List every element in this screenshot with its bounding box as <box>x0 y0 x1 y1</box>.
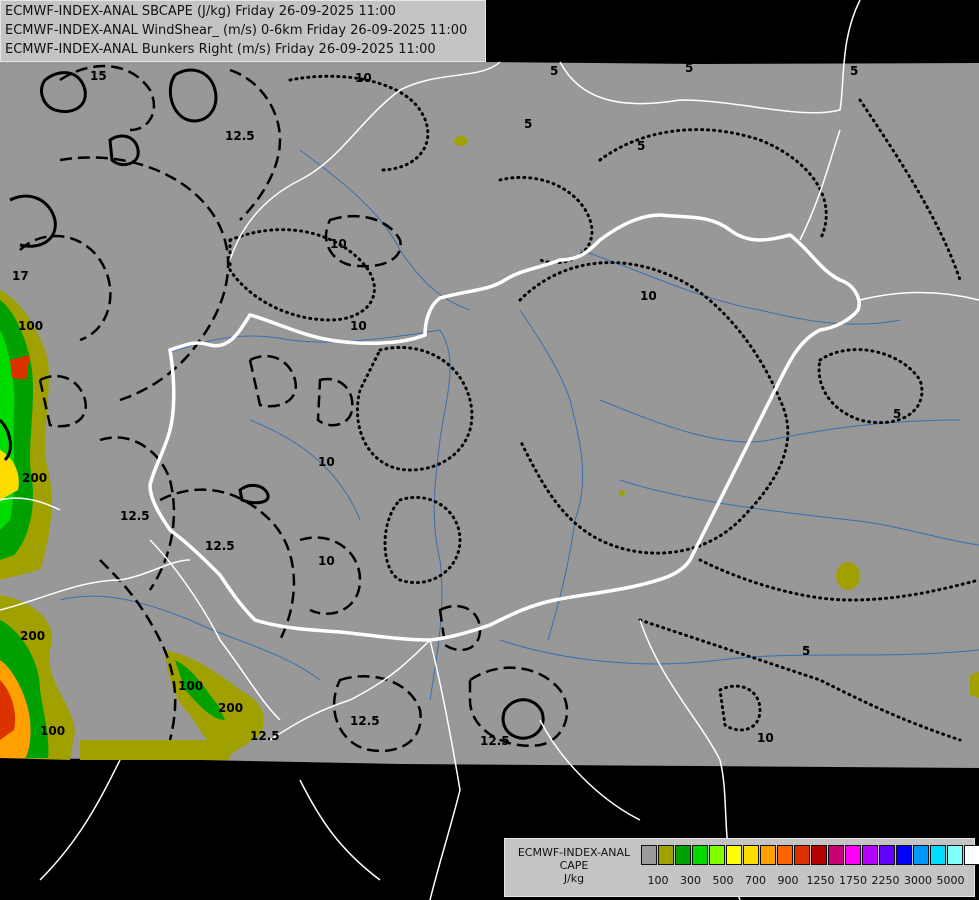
contour-label: 12.5 <box>205 539 235 553</box>
contour-label: 5 <box>524 117 532 131</box>
contour-label: 5 <box>637 139 645 153</box>
legend-tick-label: 3000 <box>904 874 932 887</box>
legend-swatch <box>777 845 793 865</box>
map-header: ECMWF-INDEX-ANAL SBCAPE (J/kg) Friday 26… <box>0 0 486 62</box>
contour-label: 200 <box>218 701 243 715</box>
contour-label: 5 <box>685 61 693 75</box>
contour-label: 100 <box>178 679 203 693</box>
header-line-windshear: ECMWF-INDEX-ANAL WindShear_ (m/s) 0-6km … <box>5 23 468 38</box>
legend-swatch <box>896 845 912 865</box>
legend-swatch <box>709 845 725 865</box>
legend-swatch <box>794 845 810 865</box>
contour-label: 17 <box>12 269 29 283</box>
cape-legend: ECMWF-INDEX-ANAL CAPE J/kg 100 300 500 700 9… <box>504 838 979 897</box>
legend-swatch <box>811 845 827 865</box>
legend-swatch <box>726 845 742 865</box>
legend-swatch <box>879 845 895 865</box>
legend-tick-label: 300 <box>680 874 701 887</box>
contour-label: 5 <box>850 64 858 78</box>
model-domain <box>0 0 979 768</box>
legend-swatch <box>692 845 708 865</box>
contour-label: 10 <box>330 237 347 251</box>
legend-tick-label: 1750 <box>839 874 867 887</box>
legend-swatch <box>828 845 844 865</box>
contour-label: 5 <box>893 407 901 421</box>
legend-ticks: 100 300 500 700 900 1250 1750 2250 3000 5000 <box>641 874 971 888</box>
legend-swatch <box>947 845 963 865</box>
contour-label: 5 <box>802 644 810 658</box>
contour-label: 100 <box>18 319 43 333</box>
legend-title: ECMWF-INDEX-ANAL CAPE J/kg <box>509 846 639 885</box>
contour-label: 10 <box>318 554 335 568</box>
legend-swatch <box>641 845 657 865</box>
legend-swatch <box>862 845 878 865</box>
contour-label: 10 <box>757 731 774 745</box>
legend-tick-label: 700 <box>745 874 766 887</box>
legend-title-variable: CAPE <box>559 859 589 872</box>
contour-label: 10 <box>350 319 367 333</box>
contour-label: 200 <box>22 471 47 485</box>
contour-label: 12.5 <box>225 129 255 143</box>
legend-tick-label: 5000 <box>936 874 965 887</box>
contour-label: 10 <box>355 71 372 85</box>
legend-tick-label: 500 <box>712 874 734 887</box>
header-line-bunkers: ECMWF-INDEX-ANAL Bunkers Right (m/s) Fri… <box>5 42 436 57</box>
contour-label: 10 <box>318 455 335 469</box>
legend-swatch <box>913 845 929 865</box>
contour-label: 15 <box>90 69 107 83</box>
legend-swatch <box>845 845 861 865</box>
legend-swatch <box>658 845 674 865</box>
legend-tick-label: 1250 <box>806 874 835 887</box>
legend-swatch <box>964 845 979 865</box>
legend-tick-label: 100 <box>647 874 669 887</box>
legend-swatch <box>675 845 691 865</box>
legend-swatches <box>641 845 979 865</box>
legend-swatch <box>760 845 776 865</box>
legend-tick-label: 900 <box>777 874 799 887</box>
legend-swatch <box>930 845 946 865</box>
legend-title-units: J/kg <box>563 872 585 885</box>
legend-swatch <box>743 845 759 865</box>
contour-label: 12.5 <box>120 509 150 523</box>
contour-label: 10 <box>640 289 657 303</box>
legend-title-source: ECMWF-INDEX-ANAL <box>517 846 631 859</box>
legend-tick-label: 2250 <box>871 874 900 887</box>
contour-label: 12.5 <box>480 734 510 748</box>
header-line-sbcape: ECMWF-INDEX-ANAL SBCAPE (J/kg) Friday 26… <box>5 4 396 19</box>
contour-label: 12.5 <box>250 729 280 743</box>
contour-label: 100 <box>40 724 65 738</box>
contour-label: 5 <box>550 64 558 78</box>
weather-map: 15 5 10 5 5 5 5 12.5 10 10 10 17 100 10 200 12.5 12.5 12.… <box>0 0 979 900</box>
contour-label: 200 <box>20 629 45 643</box>
contour-label: 12.5 <box>350 714 380 728</box>
